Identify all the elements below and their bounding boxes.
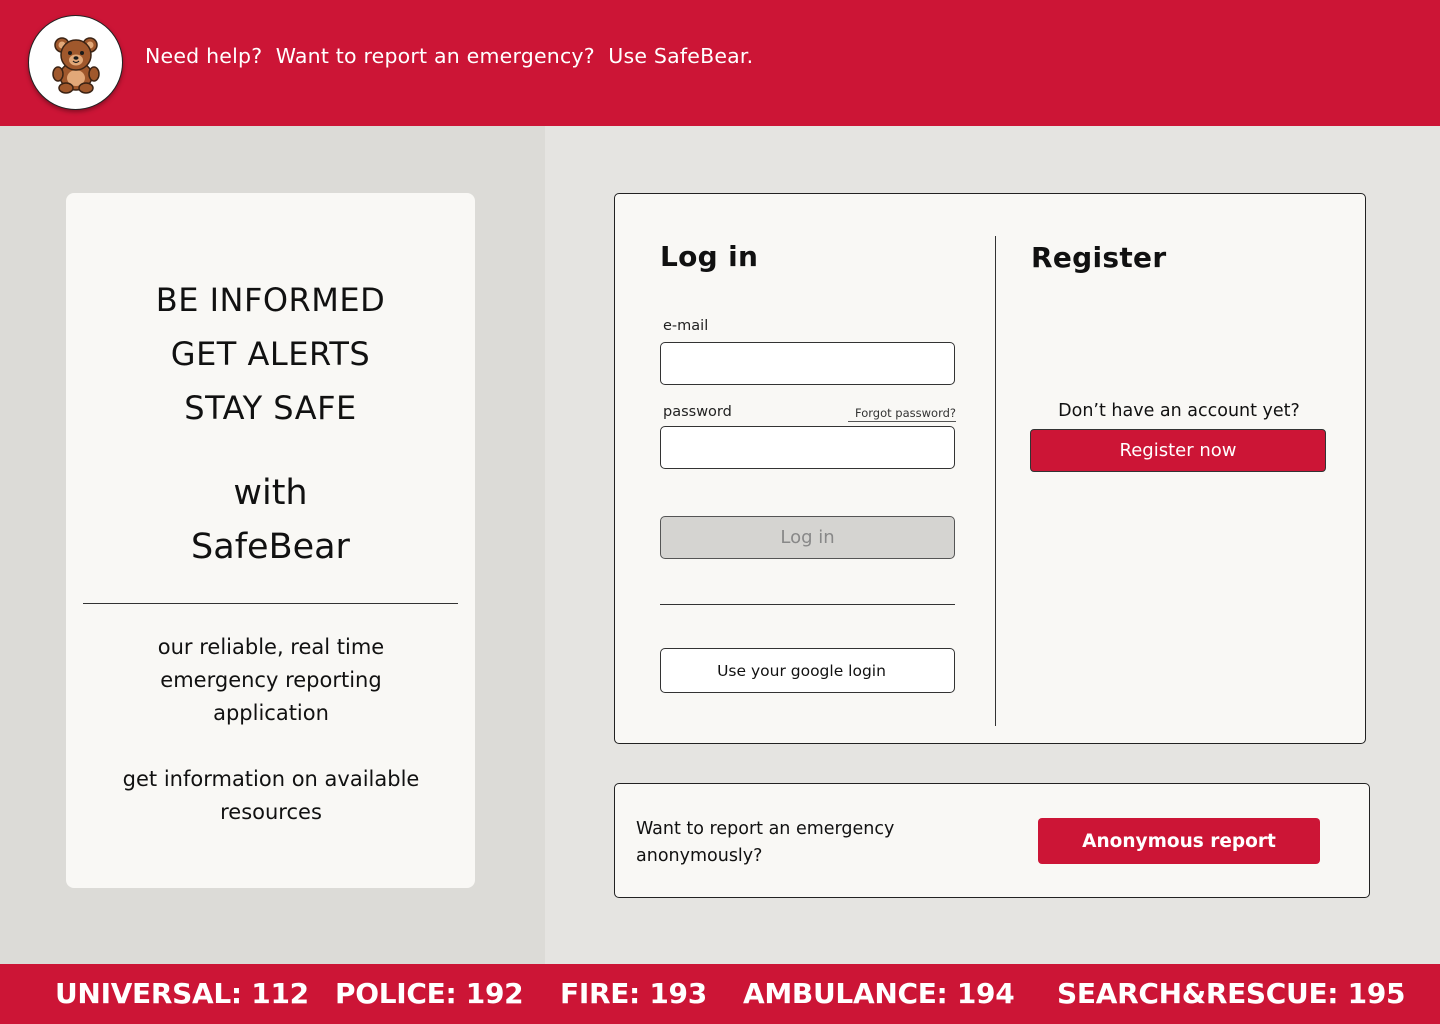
hotline-universal: UNIVERSAL: 112: [55, 977, 309, 1010]
hotline-footer: UNIVERSAL: 112 POLICE: 192 FIRE: 193 AMB…: [0, 964, 1440, 1024]
register-title: Register: [1031, 241, 1167, 274]
forgot-password-link[interactable]: Forgot password?: [848, 406, 956, 422]
hotline-ambulance: AMBULANCE: 194: [743, 977, 1015, 1010]
login-button[interactable]: Log in: [660, 516, 955, 559]
with-text: with: [233, 473, 308, 513]
google-login-button[interactable]: Use your google login: [660, 648, 955, 693]
anonymous-report-button[interactable]: Anonymous report: [1038, 818, 1320, 864]
card-divider: [83, 603, 458, 604]
hotline-police: POLICE: 192: [335, 977, 524, 1010]
auth-card: Log in e-mail password Forgot password? …: [614, 193, 1366, 744]
register-now-button[interactable]: Register now: [1030, 429, 1326, 472]
teddy-bear-icon: [51, 36, 100, 94]
safebear-logo[interactable]: [28, 15, 123, 110]
password-label: password: [663, 404, 732, 420]
top-banner: Need help? Want to report an emergency? …: [0, 0, 1440, 126]
slogan-line: BE INFORMED: [155, 281, 386, 319]
email-field[interactable]: [660, 342, 955, 385]
hotline-fire: FIRE: 193: [560, 977, 707, 1010]
vertical-divider: [995, 236, 996, 726]
register-question: Don’t have an account yet?: [1058, 401, 1300, 421]
login-title: Log in: [660, 240, 759, 273]
anonymous-question: Want to report an emergency anonymously?: [636, 819, 895, 866]
brand-name: SafeBear: [191, 527, 350, 567]
anonymous-report-card: Want to report an emergency anonymously?…: [614, 783, 1370, 898]
slogan-line: STAY SAFE: [184, 389, 357, 427]
password-field[interactable]: [660, 426, 955, 469]
info-card: BE INFORMED GET ALERTS STAY SAFE with Sa…: [66, 193, 475, 888]
hotline-search-rescue: SEARCH&RESCUE: 195: [1057, 977, 1406, 1010]
login-divider: [660, 604, 955, 605]
app-description: our reliable, real time emergency report…: [157, 635, 385, 725]
slogan-line: GET ALERTS: [170, 335, 371, 373]
email-label: e-mail: [663, 318, 709, 334]
header-tagline: Need help? Want to report an emergency? …: [145, 44, 754, 68]
resources-text: get information on available resources: [122, 767, 420, 824]
